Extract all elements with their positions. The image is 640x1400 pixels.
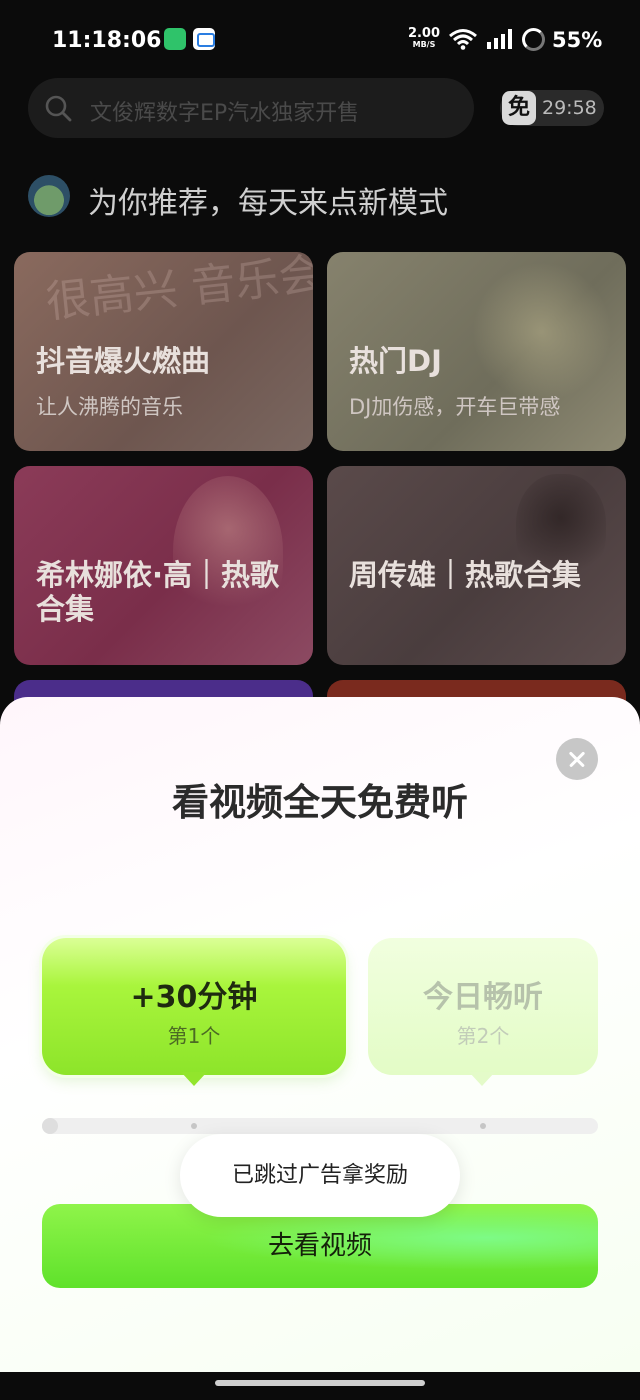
signal-icon bbox=[487, 29, 512, 49]
card-artwork-text: 很高兴 音乐会 bbox=[43, 252, 313, 329]
free-listen-sheet: 看视频全天免费听 +30分钟 第1个 今日畅听 第2个 去看视频 已跳过广告拿奖… bbox=[0, 697, 640, 1372]
reward-option-sub: 第1个 bbox=[167, 1024, 221, 1048]
progress-indicator bbox=[42, 1118, 58, 1134]
clock: 11:18:06 bbox=[52, 28, 162, 53]
search-placeholder: 文俊辉数字EP汽水独家开售 bbox=[90, 101, 360, 126]
progress-milestone bbox=[480, 1123, 486, 1129]
card-title: 周传雄｜热歌合集 bbox=[349, 558, 582, 592]
reward-option-label: +30分钟 bbox=[130, 980, 258, 1015]
sheet-title: 看视频全天免费听 bbox=[172, 781, 468, 824]
playlist-card[interactable]: 希林娜依·高｜热歌合集 bbox=[14, 466, 313, 665]
reward-option-1[interactable]: +30分钟 第1个 bbox=[42, 938, 346, 1075]
gesture-bar bbox=[0, 1372, 640, 1400]
wifi-icon bbox=[449, 29, 477, 50]
toast-message: 已跳过广告拿奖励 bbox=[180, 1134, 460, 1217]
playlist-card[interactable]: 周传雄｜热歌合集 bbox=[327, 466, 626, 665]
card-subtitle: DJ加伤感，开车巨带感 bbox=[349, 395, 561, 419]
card-title: 希林娜依·高｜热歌合集 bbox=[36, 558, 280, 626]
progress-track bbox=[42, 1118, 598, 1134]
reward-option-label: 今日畅听 bbox=[423, 980, 543, 1015]
card-artwork bbox=[472, 262, 612, 402]
cloud-app-icon bbox=[193, 28, 215, 50]
reward-option-2[interactable]: 今日畅听 第2个 bbox=[368, 938, 598, 1075]
reward-option-sub: 第2个 bbox=[456, 1024, 510, 1048]
progress-milestone bbox=[191, 1123, 197, 1129]
card-title: 抖音爆火燃曲 bbox=[36, 344, 211, 378]
free-time-remaining: 29:58 bbox=[542, 97, 597, 119]
search-icon bbox=[45, 95, 72, 122]
recommend-title: 为你推荐，每天来点新模式 bbox=[88, 186, 448, 221]
battery-icon bbox=[522, 28, 545, 51]
option-pointer bbox=[469, 1072, 495, 1086]
phone-app-icon bbox=[164, 28, 186, 50]
free-icon: 免 bbox=[502, 91, 536, 125]
status-bar: 11:18:06 2.00 MB/S 55% bbox=[0, 0, 640, 80]
free-listen-badge[interactable]: 免 29:58 bbox=[500, 90, 604, 126]
option-pointer bbox=[181, 1072, 207, 1086]
battery-percent: 55% bbox=[552, 28, 603, 52]
search-bar[interactable]: 文俊辉数字EP汽水独家开售 bbox=[28, 78, 474, 138]
playlist-card[interactable]: 热门DJ DJ加伤感，开车巨带感 bbox=[327, 252, 626, 451]
network-speed: 2.00 MB/S bbox=[407, 26, 441, 49]
avatar[interactable] bbox=[28, 175, 70, 217]
card-subtitle: 让人沸腾的音乐 bbox=[36, 395, 183, 419]
card-title: 热门DJ bbox=[349, 344, 442, 378]
playlist-card[interactable]: 很高兴 音乐会 抖音爆火燃曲 让人沸腾的音乐 bbox=[14, 252, 313, 451]
home-indicator[interactable] bbox=[215, 1380, 425, 1386]
